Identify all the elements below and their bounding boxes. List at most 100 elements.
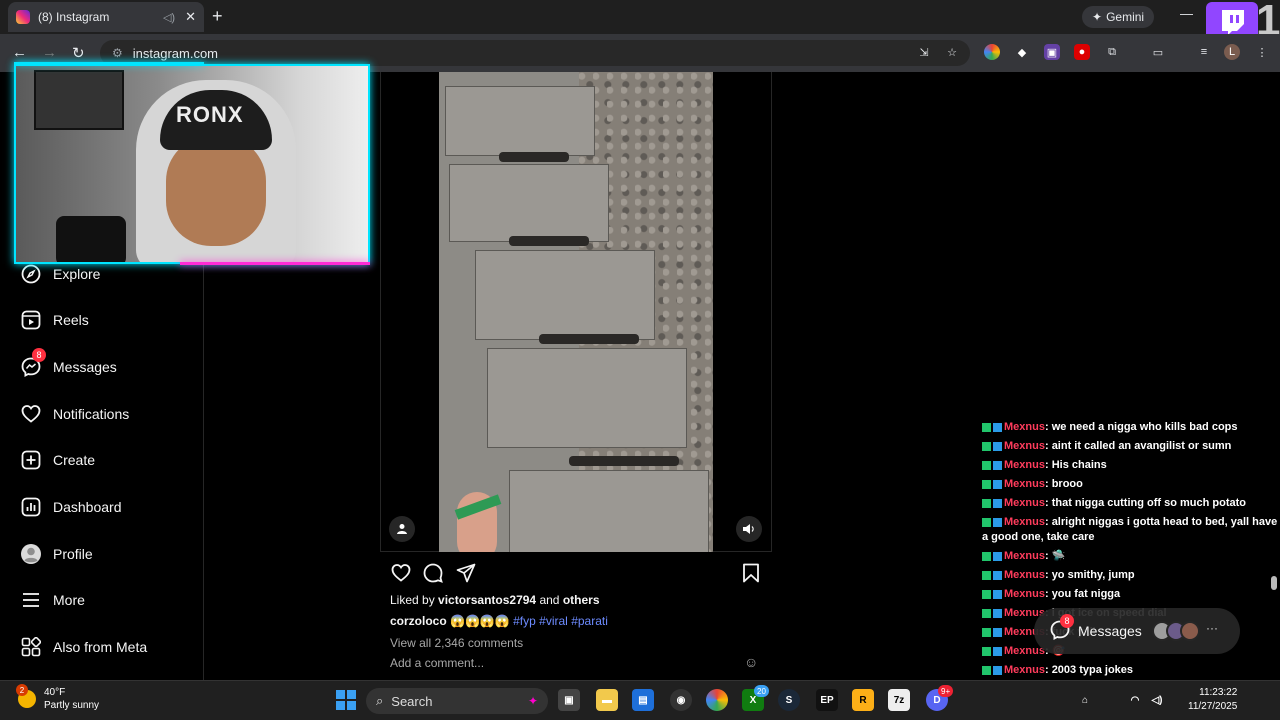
chat-username[interactable]: Mexnus [1004, 478, 1045, 490]
store-icon[interactable]: ▤ [632, 689, 654, 711]
extension-color-icon[interactable] [984, 44, 1000, 60]
tray-network-icon[interactable]: ⌂ [1074, 689, 1096, 711]
sidebar-item-explore[interactable]: Explore [20, 262, 100, 286]
chat-username[interactable]: Mexnus [1004, 664, 1045, 676]
chat-username[interactable]: Mexnus [1004, 440, 1045, 452]
weather-alert-badge: 2 [16, 684, 28, 696]
concrete-slab [487, 348, 687, 448]
sidebar-item-also-from-meta[interactable]: Also from Meta [20, 635, 147, 659]
gemini-button[interactable]: ✦ Gemini [1082, 6, 1155, 28]
weather-widget[interactable]: 2 40°F Partly sunny [16, 684, 99, 712]
heart-icon [20, 403, 42, 425]
chat-username[interactable]: Mexnus [1004, 516, 1045, 528]
address-bar[interactable]: ⚙ instagram.com [100, 40, 970, 66]
copilot-sparkle-icon: ✦ [527, 694, 538, 708]
sidebar-item-reels[interactable]: Reels [20, 308, 89, 332]
concrete-slab [445, 86, 595, 156]
epic-games-icon[interactable]: EP [816, 689, 838, 711]
share-icon[interactable] [455, 562, 477, 584]
chat-username[interactable]: Mexnus [1004, 588, 1045, 600]
extension-red-icon[interactable]: ● [1074, 44, 1090, 60]
chat-message: Mexnus: alright niggas i gotta head to b… [982, 513, 1278, 547]
profile-avatar[interactable]: L [1224, 44, 1240, 60]
chat-username[interactable]: Mexnus [1004, 497, 1045, 509]
reload-icon[interactable]: ↻ [72, 44, 85, 62]
sidebar-item-more[interactable]: More [20, 588, 85, 612]
more-dots-icon[interactable]: ··· [1206, 621, 1218, 641]
site-info-icon[interactable]: ⚙ [112, 46, 123, 60]
rockstar-icon[interactable]: R [852, 689, 874, 711]
hashtag-link[interactable]: #parati [571, 614, 608, 628]
messenger-icon: 8 [20, 348, 46, 378]
reading-list-icon[interactable]: ≡ [1196, 44, 1212, 60]
emoji-picker-icon[interactable]: ☺ [744, 654, 758, 670]
new-tab-icon[interactable]: + [212, 6, 223, 27]
tray-volume-icon[interactable]: ◁) [1146, 689, 1168, 711]
chat-message: Mexnus: yo smithy, jump [982, 566, 1278, 585]
chat-text: : aint it called an avangilist or sumn [1044, 440, 1232, 452]
forward-arrow-icon[interactable]: → [42, 44, 57, 61]
view-all-comments-link[interactable]: View all 2,346 comments [390, 636, 523, 650]
sidebar-item-messages[interactable]: 8 Messages [20, 348, 117, 379]
file-explorer-icon[interactable]: ▬ [596, 689, 618, 711]
steam-icon[interactable]: S [778, 689, 800, 711]
close-tab-icon[interactable]: ✕ [185, 9, 196, 25]
install-app-icon[interactable]: ⇲ [916, 44, 932, 60]
messages-pill-badge: 8 [1060, 613, 1074, 628]
chat-badges-icon [982, 515, 1004, 530]
chat-username[interactable]: Mexnus [1004, 421, 1045, 433]
sidebar-item-label: Explore [53, 266, 101, 282]
chat-username[interactable]: Mexnus [1004, 550, 1045, 562]
like-heart-icon[interactable] [390, 562, 412, 584]
liked-others-link[interactable]: others [563, 593, 600, 607]
minimize-icon[interactable]: — [1180, 6, 1193, 21]
sidebar-item-notifications[interactable]: Notifications [20, 402, 129, 426]
bookmark-star-icon[interactable]: ☆ [944, 44, 960, 60]
task-view-icon[interactable]: ▣ [558, 689, 580, 711]
sidebar-item-label: More [53, 592, 85, 608]
chat-message: Mexnus: that nigga cutting off so much p… [982, 494, 1278, 513]
chat-username[interactable]: Mexnus [1004, 569, 1045, 581]
back-arrow-icon[interactable]: ← [12, 44, 27, 61]
speaker-icon[interactable]: ◁) [163, 11, 175, 24]
messages-floating-button[interactable]: 8 Messages ··· [1034, 608, 1240, 654]
save-bookmark-icon[interactable] [740, 562, 762, 584]
taskbar-search[interactable]: ⌕ Search ✦ [366, 688, 548, 714]
sidebar-item-profile[interactable]: Profile [20, 542, 93, 566]
chat-badges-icon [982, 418, 1004, 437]
hashtag-link[interactable]: #fyp [513, 614, 536, 628]
chat-badges-icon [982, 585, 1004, 604]
tab-instagram[interactable]: (8) Instagram ◁) ✕ [8, 2, 204, 32]
extension-twitch-icon[interactable]: ▣ [1044, 44, 1060, 60]
chat-badges-icon [982, 604, 1004, 623]
chat-username[interactable]: Mexnus [1004, 459, 1045, 471]
hashtag-link[interactable]: #viral [539, 614, 568, 628]
liked-user-link[interactable]: victorsantos2794 [438, 593, 536, 607]
chat-username[interactable]: Mexnus [1004, 645, 1045, 657]
chrome-icon[interactable] [706, 689, 728, 711]
chat-text: : brooo [1044, 478, 1083, 490]
chat-badges-icon [982, 547, 1004, 566]
chat-message: Mexnus: we need a nigga who kills bad co… [982, 418, 1278, 437]
tray-wifi-icon[interactable]: ◠ [1124, 689, 1146, 711]
windows-start-icon[interactable] [336, 690, 356, 710]
browser-menu-icon[interactable]: ⋮ [1254, 44, 1270, 60]
side-panel-icon[interactable]: ▭ [1150, 44, 1166, 60]
sidebar-item-label: Messages [53, 359, 117, 375]
add-comment-input[interactable]: Add a comment... [390, 656, 484, 670]
taskbar-clock[interactable]: 11:23:22 11/27/2025 [1188, 686, 1237, 714]
volume-icon[interactable] [736, 516, 762, 542]
screen: (8) Instagram ◁) ✕ + ✦ Gemini — 1 ← → ↻ … [0, 0, 1280, 720]
sidebar-item-create[interactable]: Create [20, 448, 95, 472]
obs-icon[interactable]: ◉ [670, 689, 692, 711]
extensions-puzzle-icon[interactable]: ⧉ [1104, 44, 1120, 60]
7zip-icon[interactable]: 7z [888, 689, 910, 711]
reel-video[interactable] [439, 72, 713, 552]
chat-message: Mexnus: brooo [982, 475, 1278, 494]
sidebar-item-dashboard[interactable]: Dashboard [20, 495, 122, 519]
tagged-users-icon[interactable] [389, 516, 415, 542]
comment-icon[interactable] [422, 562, 444, 584]
extension-diamond-icon[interactable]: ◆ [1014, 44, 1030, 60]
post-author-link[interactable]: corzoloco [390, 614, 447, 628]
chat-badges-icon [982, 642, 1004, 661]
